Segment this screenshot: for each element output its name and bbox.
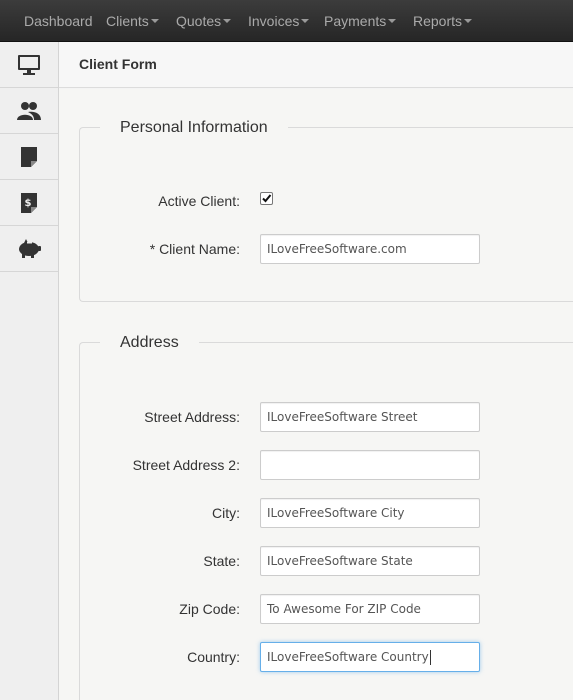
nav-invoices-label: Invoices <box>248 13 300 29</box>
chevron-down-icon <box>150 19 159 24</box>
chevron-down-icon <box>388 19 397 24</box>
zip-code-label: Zip Code: <box>179 601 240 617</box>
state-input[interactable]: ILoveFreeSoftware State <box>260 546 480 576</box>
personal-information-legend: Personal Information <box>100 115 288 141</box>
city-input[interactable]: ILoveFreeSoftware City <box>260 498 480 528</box>
client-name-input[interactable]: ILoveFreeSoftware.com <box>260 234 480 264</box>
main-content: Personal Information Active Client: * Cl… <box>59 89 573 700</box>
monitor-icon <box>18 54 40 75</box>
country-input[interactable]: ILoveFreeSoftware Country <box>260 642 480 672</box>
nav-payments[interactable]: Payments <box>324 0 397 42</box>
nav-quotes-label: Quotes <box>176 13 222 29</box>
users-icon <box>17 101 41 120</box>
top-navbar: Dashboard Clients Quotes Invoices Paymen… <box>0 0 573 42</box>
sidebar-item-quotes[interactable] <box>0 134 58 180</box>
city-label: City: <box>212 505 240 521</box>
piggy-bank-icon <box>19 238 41 258</box>
sidebar-item-invoices[interactable]: $ <box>0 180 58 226</box>
zip-code-input[interactable]: To Awesome For ZIP Code <box>260 594 480 624</box>
nav-reports[interactable]: Reports <box>413 0 473 42</box>
client-name-label: * Client Name: <box>149 241 240 257</box>
chevron-down-icon <box>301 19 310 24</box>
nav-dashboard-label: Dashboard <box>24 13 93 29</box>
chevron-down-icon <box>464 19 473 24</box>
street-address-2-label: Street Address 2: <box>132 457 240 473</box>
personal-information-fieldset: Personal Information Active Client: * Cl… <box>79 115 573 302</box>
document-icon <box>21 146 37 167</box>
address-fieldset: Address Street Address: ILoveFreeSoftwar… <box>79 330 573 700</box>
page-title: Client Form <box>79 56 157 72</box>
sidebar-item-payments[interactable] <box>0 226 58 272</box>
nav-clients-label: Clients <box>106 13 149 29</box>
address-legend: Address <box>100 330 199 356</box>
nav-quotes[interactable]: Quotes <box>176 0 232 42</box>
sidebar: $ <box>0 42 59 700</box>
nav-dashboard[interactable]: Dashboard <box>24 0 93 42</box>
sidebar-item-dashboard[interactable] <box>0 42 58 88</box>
svg-text:$: $ <box>25 198 32 209</box>
page-header: Client Form <box>59 42 573 88</box>
active-client-checkbox[interactable] <box>260 192 273 205</box>
active-client-label: Active Client: <box>158 193 240 209</box>
nav-payments-label: Payments <box>324 13 387 29</box>
state-label: State: <box>203 553 240 569</box>
sidebar-item-clients[interactable] <box>0 88 58 134</box>
nav-reports-label: Reports <box>413 13 463 29</box>
street-address-2-input[interactable] <box>260 450 480 480</box>
country-label: Country: <box>187 649 240 665</box>
street-address-input[interactable]: ILoveFreeSoftware Street <box>260 402 480 432</box>
chevron-down-icon <box>223 19 232 24</box>
street-address-label: Street Address: <box>144 409 240 425</box>
invoice-dollar-icon: $ <box>21 192 37 213</box>
nav-invoices[interactable]: Invoices <box>248 0 310 42</box>
nav-clients[interactable]: Clients <box>106 0 159 42</box>
checkmark-icon <box>262 194 272 203</box>
